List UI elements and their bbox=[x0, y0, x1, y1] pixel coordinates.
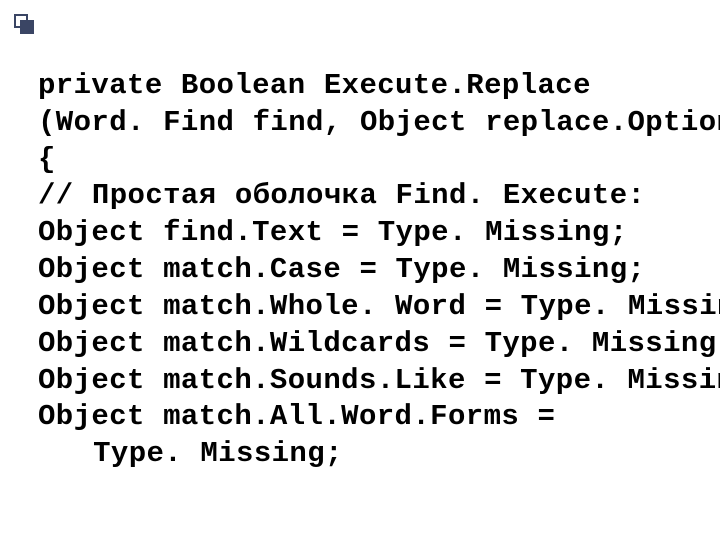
code-line: Object match.Case = Type. Missing; bbox=[38, 252, 692, 289]
marker-square-fill bbox=[20, 20, 34, 34]
code-line: Type. Missing; bbox=[38, 436, 692, 473]
code-line: private Boolean Execute.Replace bbox=[38, 68, 692, 105]
code-line: // Простая оболочка Find. Execute: bbox=[38, 178, 692, 215]
code-line: { bbox=[38, 142, 692, 179]
code-line: Object match.Wildcards = Type. Missing; bbox=[38, 326, 692, 363]
slide-bullet-marker bbox=[14, 14, 34, 34]
code-snippet: private Boolean Execute.Replace (Word. F… bbox=[38, 68, 692, 473]
code-line: Object match.Sounds.Like = Type. Missing… bbox=[38, 363, 692, 400]
code-line: (Word. Find find, Object replace.Option) bbox=[38, 105, 692, 142]
code-line: Object match.Whole. Word = Type. Missing… bbox=[38, 289, 692, 326]
code-line: Object find.Text = Type. Missing; bbox=[38, 215, 692, 252]
code-line: Object match.All.Word.Forms = bbox=[38, 399, 692, 436]
